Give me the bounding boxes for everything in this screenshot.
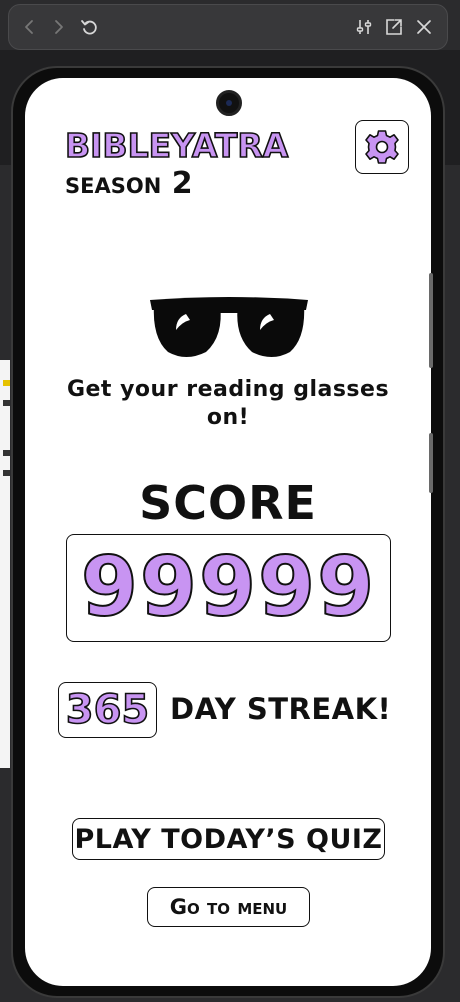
score-label: SCORE xyxy=(139,476,317,530)
background-fragment xyxy=(3,450,10,456)
app-screen: BIBLEYATRA season 2 Get your reading gla… xyxy=(25,78,431,986)
sliders-icon[interactable] xyxy=(352,15,376,39)
chevron-right-icon[interactable] xyxy=(47,15,71,39)
score-value: 99999 xyxy=(80,540,377,635)
camera-icon xyxy=(216,90,242,116)
play-quiz-button[interactable]: PLAY TODAY’S QUIZ xyxy=(72,818,385,860)
open-external-icon[interactable] xyxy=(382,15,406,39)
background-fragment xyxy=(3,400,10,406)
background-app-edge xyxy=(0,360,10,768)
score-box: 99999 xyxy=(66,534,391,642)
streak-label: DAY STREAK! xyxy=(170,692,392,726)
close-icon[interactable] xyxy=(412,15,436,39)
tagline-text: Get your reading glasses on! xyxy=(66,377,390,430)
side-button xyxy=(429,433,433,493)
app-title: BIBLEYATRA xyxy=(64,125,289,166)
background-fragment xyxy=(3,470,10,476)
phone-frame: BIBLEYATRA season 2 Get your reading gla… xyxy=(11,66,445,998)
streak-box: 365 xyxy=(58,682,157,738)
browser-toolbar xyxy=(8,4,448,50)
sunglasses-icon xyxy=(150,297,308,357)
side-button xyxy=(429,273,433,368)
streak-value: 365 xyxy=(65,687,150,733)
go-to-menu-button[interactable]: Go to menu xyxy=(147,887,310,927)
reload-icon[interactable] xyxy=(77,15,101,39)
settings-button[interactable] xyxy=(355,120,409,174)
season-label: season 2 xyxy=(65,166,193,201)
gear-icon xyxy=(365,130,399,164)
chevron-left-icon[interactable] xyxy=(17,15,41,39)
background-fragment xyxy=(3,380,10,386)
